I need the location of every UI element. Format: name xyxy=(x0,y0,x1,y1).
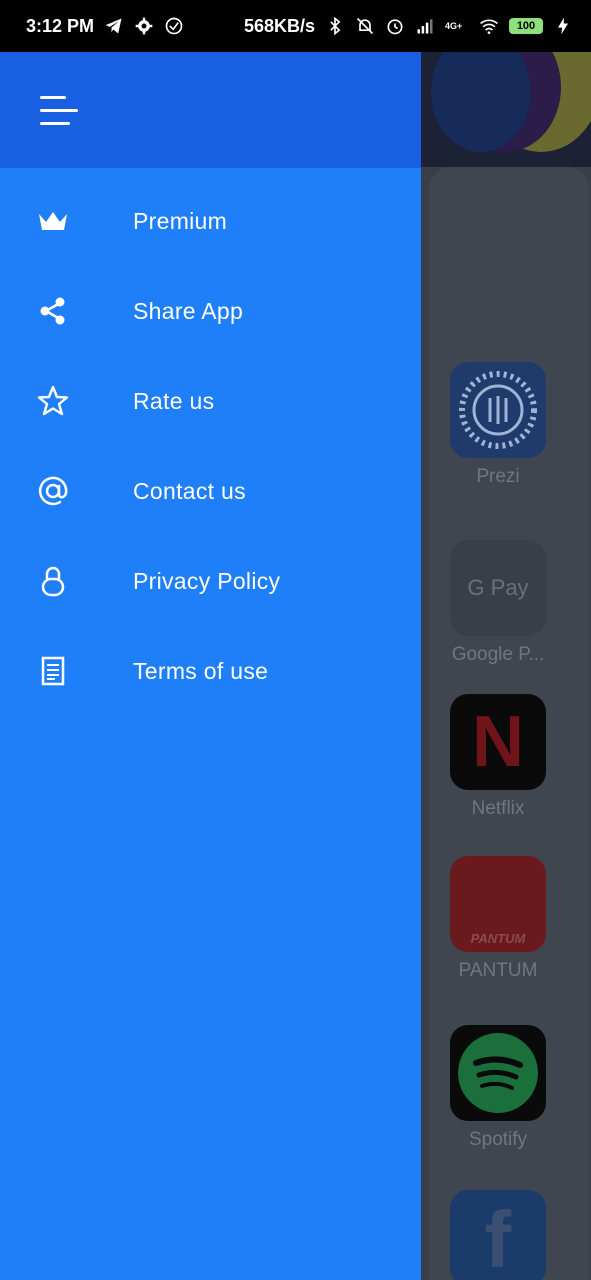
gear-icon xyxy=(134,16,154,36)
netflix-icon: N xyxy=(450,694,546,790)
menu-item-contact-us[interactable]: Contact us xyxy=(0,446,421,536)
alarm-icon xyxy=(385,16,405,36)
menu-label: Privacy Policy xyxy=(133,567,281,594)
app-tile-google-pay[interactable]: G Pay Google P... xyxy=(450,540,546,666)
charging-icon xyxy=(553,16,573,36)
menu-label: Rate us xyxy=(133,387,215,414)
background-header xyxy=(421,52,591,167)
share-icon xyxy=(36,294,70,328)
battery-indicator: 100 xyxy=(509,18,543,34)
star-icon xyxy=(36,384,70,418)
spotify-icon xyxy=(450,1025,546,1121)
status-time: 3:12 PM xyxy=(26,15,95,36)
google-pay-icon: G Pay xyxy=(450,540,546,636)
app-label: PANTUM xyxy=(458,960,538,981)
signal-icon xyxy=(415,16,435,36)
network-type: 4G+ xyxy=(445,20,463,31)
app-tile-spotify[interactable]: Spotify xyxy=(450,1025,546,1151)
app-label: Prezi xyxy=(476,466,520,487)
menu-toggle-icon[interactable] xyxy=(40,96,80,126)
telegram-icon xyxy=(104,16,124,36)
app-tile-pantum[interactable]: PANTUM PANTUM xyxy=(450,856,546,982)
app-tile-facebook[interactable]: f xyxy=(450,1190,546,1280)
menu-label: Premium xyxy=(133,207,228,234)
menu-item-share-app[interactable]: Share App xyxy=(0,266,421,356)
app-tile-prezi[interactable]: Prezi xyxy=(450,362,546,488)
menu-item-privacy-policy[interactable]: Privacy Policy xyxy=(0,536,421,626)
document-icon xyxy=(36,654,70,688)
navigation-drawer: Premium Share App Rate us Contact us Pri xyxy=(0,52,421,1280)
menu-label: Terms of use xyxy=(133,657,269,684)
app-label: Spotify xyxy=(468,1129,528,1150)
drawer-menu: Premium Share App Rate us Contact us Pri xyxy=(0,176,421,716)
menu-item-rate-us[interactable]: Rate us xyxy=(0,356,421,446)
pantum-icon: PANTUM xyxy=(450,856,546,952)
menu-item-premium[interactable]: Premium xyxy=(0,176,421,266)
bluetooth-icon xyxy=(325,16,345,36)
mute-bell-icon xyxy=(355,16,375,36)
check-circle-icon xyxy=(164,16,184,36)
menu-label: Share App xyxy=(133,297,244,324)
prezi-icon xyxy=(450,362,546,458)
lock-icon xyxy=(36,564,70,598)
menu-item-terms-of-use[interactable]: Terms of use xyxy=(0,626,421,716)
at-icon xyxy=(36,474,70,508)
menu-label: Contact us xyxy=(133,477,246,504)
app-tile-netflix[interactable]: N Netflix xyxy=(450,694,546,820)
facebook-icon: f xyxy=(450,1190,546,1280)
wifi-icon xyxy=(479,16,499,36)
crown-icon xyxy=(36,204,70,238)
app-label: Netflix xyxy=(471,798,525,819)
network-speed: 568KB/s xyxy=(243,15,315,36)
drawer-header xyxy=(0,52,421,168)
background-app: Prezi G Pay Google P... N Netflix PANTUM… xyxy=(421,52,591,1280)
app-label: Google P... xyxy=(451,644,545,665)
status-bar: 3:12 PM 568KB/s 4G+ 100 xyxy=(0,0,591,52)
